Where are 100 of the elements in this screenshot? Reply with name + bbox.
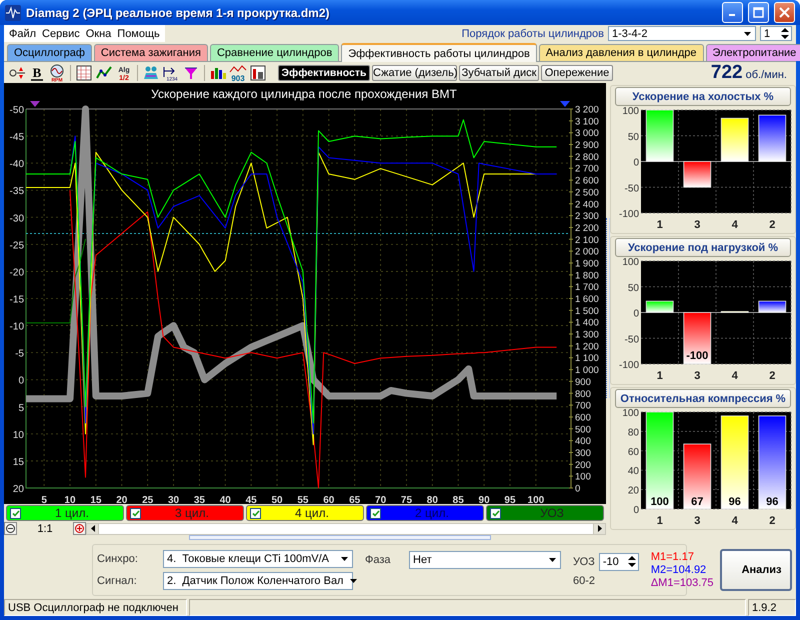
minimize-button[interactable] (722, 2, 743, 23)
axis-tick-label: -25 (10, 240, 24, 252)
category-label: 4 (732, 219, 738, 231)
channel-toggle[interactable]: 4 цил. (246, 505, 364, 521)
close-button[interactable] (774, 2, 795, 23)
bold-button[interactable]: B (27, 62, 47, 82)
axis-tick-label: 0 (633, 308, 639, 320)
axis-tick-label: 95 (504, 495, 516, 504)
uoz-spinner[interactable]: -10 (598, 552, 639, 570)
menu-item[interactable]: Файл (6, 28, 40, 40)
chart-title-button[interactable]: Ускорение под нагрузкой % (615, 238, 791, 257)
order-dropdown[interactable]: 1-3-4-2 (608, 26, 756, 41)
axis-tick-label: -10 (10, 322, 24, 333)
version-label: 1.9.2 (748, 599, 796, 616)
axis-tick-label: 50 (628, 132, 639, 143)
phase-dropdown[interactable]: Нет (409, 550, 561, 568)
axis-tick-label: 50 (628, 282, 639, 294)
menu-item[interactable]: Сервис (39, 28, 83, 40)
horizontal-scrollbar[interactable] (86, 522, 606, 534)
axis-tick-label: -35 (10, 186, 24, 198)
category-label: 2 (769, 515, 776, 527)
axis-tick-label: -50 (624, 183, 639, 194)
bar (683, 444, 712, 510)
axis-tick-label: 80 (628, 427, 639, 438)
tab[interactable]: Система зажигания (94, 44, 208, 61)
category-label: 3 (694, 515, 700, 527)
chart-title-button[interactable]: Относительная компрессия % (615, 389, 791, 408)
maximize-icon (753, 7, 764, 18)
splitter-handle[interactable] (189, 534, 491, 540)
measurement-value: M2=104.92 (650, 564, 708, 576)
axis-tick-label: 1 600 (575, 294, 599, 305)
chart-title-button[interactable]: Ускорение на холостых % (615, 87, 791, 106)
channel-toggle[interactable]: 3 цил. (126, 505, 244, 521)
axis-tick-label: 75 (400, 495, 412, 504)
tab[interactable]: Осциллограф (7, 44, 92, 61)
field-label: Фаза (365, 554, 392, 566)
axis-tick-label: 100 (622, 106, 639, 117)
tab[interactable]: Электропитание (706, 44, 800, 61)
category-label: 1 (656, 370, 663, 382)
category-label: 1 (656, 515, 663, 527)
measurement-value: M1=1.17 (650, 550, 695, 562)
grid-icon[interactable] (74, 62, 94, 82)
axis-tick-label: 20 (628, 486, 639, 497)
axis-tick-label: 100 (622, 257, 639, 268)
category-label: 4 (732, 515, 738, 527)
scroll-left-icon[interactable] (90, 525, 94, 532)
axis-tick-label: 5 (41, 495, 47, 504)
channel-toggle[interactable]: 1 цил. (6, 505, 124, 521)
checkbox[interactable] (250, 508, 261, 518)
menu-item[interactable]: Помощь (114, 28, 163, 40)
scroll-right-icon[interactable] (598, 525, 602, 532)
axis-tick-label: 25 (142, 495, 154, 504)
axis-tick-label: 90 (478, 495, 490, 504)
axis-tick-label: 500 (575, 424, 591, 436)
tab[interactable]: Анализ давления в цилиндре (538, 44, 704, 61)
axis-tick-label: 15 (12, 456, 24, 468)
field-label: УОЗ (573, 556, 595, 568)
axis-tick-label: 0 (575, 484, 580, 494)
splitter-handle[interactable] (606, 218, 610, 398)
axis-tick-label: 80 (426, 495, 438, 504)
axis-tick-label: 1 500 (575, 306, 599, 317)
bar (720, 118, 749, 162)
axis-tick-label: -20 (10, 267, 24, 278)
checkbox[interactable] (370, 508, 381, 518)
axis-tick-label: 0 (633, 505, 639, 516)
close-icon (779, 7, 790, 18)
analyze-button[interactable]: Анализ (720, 548, 792, 590)
marker-icon[interactable] (30, 101, 40, 107)
menu-item[interactable]: Окна (82, 28, 114, 40)
sub-tab[interactable]: Опережение (541, 64, 613, 80)
category-label: 2 (769, 219, 776, 231)
marker-icon[interactable] (560, 101, 570, 107)
axis-tick-label: -100 (618, 209, 639, 220)
zoom-out-button[interactable] (4, 522, 17, 535)
sync-dropdown[interactable]: 4. Токовые клещи CTi 100mV/A (163, 550, 353, 568)
checkbox[interactable] (490, 508, 501, 518)
axis-tick-label: 70 (375, 495, 386, 504)
field-label: Порядок работы цилиндров (462, 28, 604, 40)
maximize-button[interactable] (748, 2, 769, 23)
axis-tick-label: 1 700 (575, 282, 599, 294)
axis-tick-label: 1 100 (575, 353, 599, 364)
sub-tab[interactable]: Эффективность (278, 64, 370, 80)
zoom-in-button[interactable] (73, 522, 86, 535)
chart-icon[interactable] (248, 62, 268, 82)
tab[interactable]: Сравнение цилиндров (210, 44, 340, 61)
checkbox[interactable] (10, 508, 21, 518)
axis-tick-label: 2 800 (575, 152, 599, 163)
sub-tab[interactable]: Зубчатый диск (459, 64, 539, 80)
category-label: 1 (656, 219, 663, 231)
axis-tick-label: 2 000 (575, 246, 599, 258)
rpm-unit: об./мин. (746, 68, 787, 80)
sub-tab[interactable]: Сжатие (дизель) (372, 64, 457, 80)
axis-tick-label: 300 (575, 448, 591, 459)
checkbox[interactable] (130, 508, 141, 518)
gauge-button[interactable]: 903 (228, 62, 248, 82)
status-message: USB Осциллограф не подключен (4, 599, 187, 616)
axis-tick-label: 2 500 (575, 187, 599, 198)
tab[interactable]: Эффективность работы цилиндров (341, 43, 537, 62)
number-spinner[interactable]: 1 (760, 26, 792, 41)
axis-tick-label: 85 (452, 495, 464, 504)
